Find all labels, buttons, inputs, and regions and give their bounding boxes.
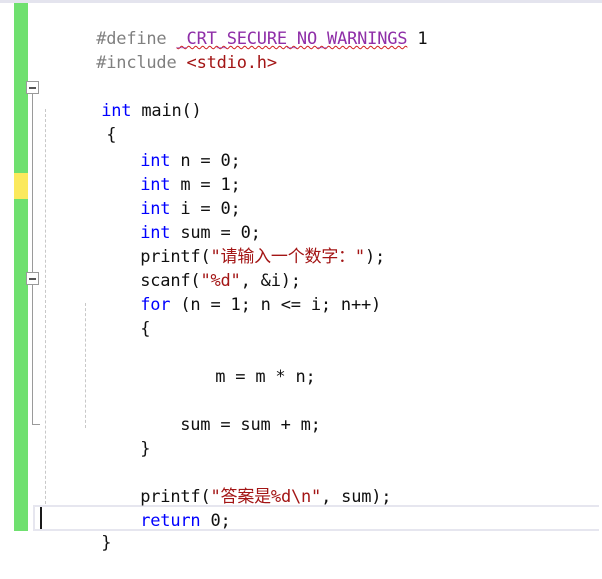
token-brace-open-for: { (140, 319, 151, 339)
token-include-header: <stdio.h> (186, 53, 278, 73)
token-space-2 (407, 29, 417, 49)
code-editor[interactable]: #define _CRT_SECURE_NO_WARNINGS 1 #inclu… (0, 0, 602, 553)
token-rparen-1: ); (364, 247, 386, 267)
token-parens: () (181, 101, 202, 121)
token-space-4 (131, 101, 141, 121)
token-printf-args: , sum); (321, 487, 392, 507)
text-caret (40, 507, 42, 529)
token-kw-return: return (140, 511, 201, 531)
token-return-value: 0; (200, 511, 231, 531)
token-define-value: 1 (417, 29, 428, 49)
code-line-14[interactable]: { (80, 293, 150, 365)
token-brace-close-for: } (140, 439, 151, 459)
token-stmt-sum: sum = sum + m; (180, 415, 321, 435)
code-line-24[interactable]: } (41, 507, 111, 579)
token-for-header: (n = 1; n <= i; n++) (170, 295, 382, 315)
token-include-directive: #include (96, 53, 177, 73)
token-stmt-product: m = m * n; (215, 367, 316, 387)
token-brace-close-main: } (101, 533, 112, 553)
code-text-layer[interactable]: #define _CRT_SECURE_NO_WARNINGS 1 #inclu… (0, 3, 602, 553)
token-fn-main: main (141, 101, 182, 121)
token-space-3 (177, 53, 187, 73)
